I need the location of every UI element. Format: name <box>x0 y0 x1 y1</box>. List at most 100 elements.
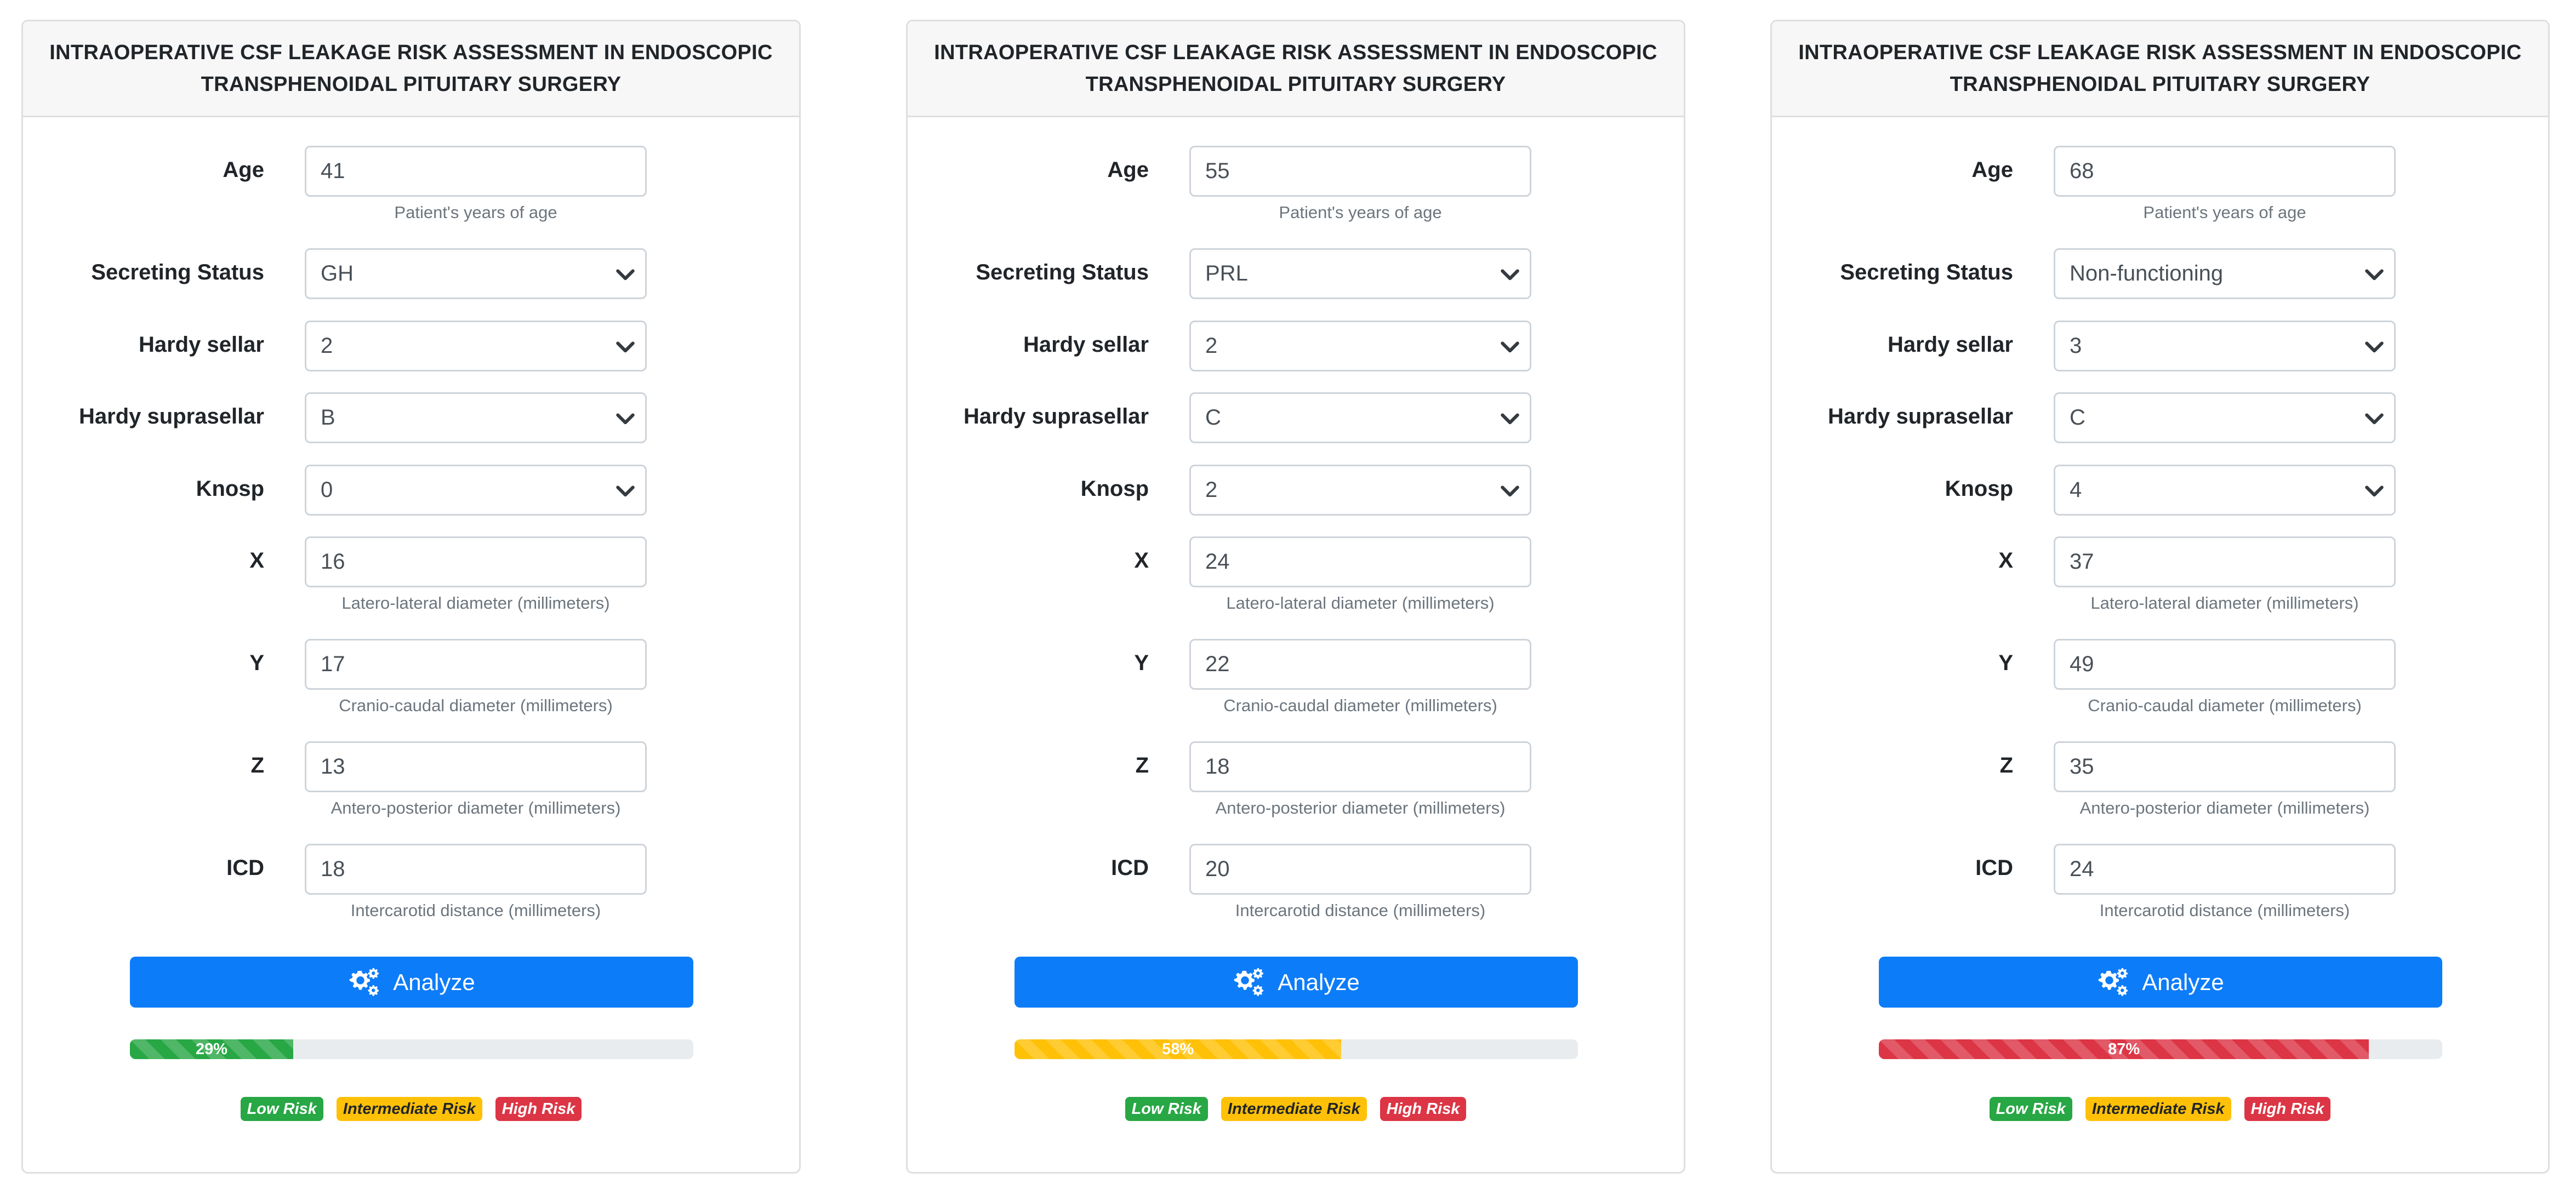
secreting-label: Secreting Status <box>976 260 1149 284</box>
risk-progress-bar: 29% <box>130 1039 693 1059</box>
high-risk-badge: High Risk <box>495 1097 582 1121</box>
knosp-select-value: 2 <box>1205 478 1218 502</box>
analyze-button[interactable]: Analyze <box>1879 957 2442 1008</box>
hardy_supra-select-value: B <box>321 405 335 430</box>
card-title: INTRAOPERATIVE CSF LEAKAGE RISK ASSESSME… <box>49 41 773 96</box>
card-header: INTRAOPERATIVE CSF LEAKAGE RISK ASSESSME… <box>908 21 1684 117</box>
x-input[interactable]: 24 <box>1189 536 1531 587</box>
x-help-text: Latero-lateral diameter (millimeters) <box>341 593 610 613</box>
y-help-text: Cranio-caudal diameter (millimeters) <box>2088 696 2362 715</box>
intermediate-risk-badge: Intermediate Risk <box>2085 1097 2231 1121</box>
z-help-text: Antero-posterior diameter (millimeters) <box>330 798 621 817</box>
z-label: Z <box>250 753 264 777</box>
risk-legend: Low Risk Intermediate Risk High Risk <box>908 1097 1684 1121</box>
risk-percent-label: 87% <box>2108 1040 2140 1058</box>
icd-input[interactable]: 18 <box>305 844 647 895</box>
secreting-select-value: Non-functioning <box>2070 261 2224 285</box>
z-help-text: Antero-posterior diameter (millimeters) <box>2079 798 2370 817</box>
x-label: X <box>1134 548 1149 573</box>
knosp-select[interactable]: 0 <box>305 465 647 516</box>
z-input-value: 35 <box>2070 754 2094 779</box>
age-input[interactable]: 41 <box>305 146 647 197</box>
secreting-select[interactable]: GH <box>305 248 647 299</box>
low-risk-badge: Low Risk <box>1125 1097 1208 1121</box>
hardy_sellar-select[interactable]: 2 <box>1189 321 1531 371</box>
risk-legend: Low Risk Intermediate Risk High Risk <box>23 1097 799 1121</box>
y-input[interactable]: 49 <box>2054 639 2396 690</box>
y-input-value: 49 <box>2070 652 2094 676</box>
secreting-select[interactable]: Non-functioning <box>2054 248 2396 299</box>
icd-input[interactable]: 20 <box>1189 844 1531 895</box>
chevron-down-icon <box>2365 413 2384 425</box>
risk-percent-label: 58% <box>1162 1040 1194 1058</box>
z-help-text: Antero-posterior diameter (millimeters) <box>1215 798 1506 817</box>
x-input[interactable]: 16 <box>305 536 647 587</box>
secreting-select-value: GH <box>321 261 354 285</box>
icd-help-text: Intercarotid distance (millimeters) <box>350 901 601 920</box>
card-header: INTRAOPERATIVE CSF LEAKAGE RISK ASSESSME… <box>1772 21 2548 117</box>
y-help-text: Cranio-caudal diameter (millimeters) <box>339 696 613 715</box>
y-input[interactable]: 22 <box>1189 639 1531 690</box>
x-help-text: Latero-lateral diameter (millimeters) <box>2090 593 2359 613</box>
risk-legend: Low Risk Intermediate Risk High Risk <box>1772 1097 2548 1121</box>
hardy_sellar-select-value: 2 <box>1205 334 1218 358</box>
x-help-text: Latero-lateral diameter (millimeters) <box>1226 593 1495 613</box>
icd-help-text: Intercarotid distance (millimeters) <box>2099 901 2350 920</box>
analyze-button-label: Analyze <box>393 969 475 995</box>
age-label: Age <box>1107 158 1149 182</box>
hardy_supra-select[interactable]: C <box>2054 392 2396 443</box>
hardy_sellar-label: Hardy sellar <box>1887 333 2013 357</box>
analyze-button[interactable]: Analyze <box>1015 957 1578 1008</box>
risk-percent-label: 29% <box>196 1040 228 1058</box>
risk-assessment-card: INTRAOPERATIVE CSF LEAKAGE RISK ASSESSME… <box>906 20 1685 1174</box>
x-input[interactable]: 37 <box>2054 536 2396 587</box>
chevron-down-icon <box>616 413 635 425</box>
intermediate-risk-badge: Intermediate Risk <box>336 1097 482 1121</box>
card-title: INTRAOPERATIVE CSF LEAKAGE RISK ASSESSME… <box>1798 41 2522 96</box>
secreting-label: Secreting Status <box>1840 260 2013 284</box>
y-label: Y <box>249 651 264 675</box>
risk-progress-bar: 58% <box>1015 1039 1578 1059</box>
knosp-label: Knosp <box>1945 477 2013 501</box>
z-label: Z <box>1135 753 1149 777</box>
age-input[interactable]: 55 <box>1189 146 1531 197</box>
hardy_supra-select[interactable]: C <box>1189 392 1531 443</box>
z-input[interactable]: 18 <box>1189 741 1531 792</box>
low-risk-badge: Low Risk <box>240 1097 323 1121</box>
icd-input-value: 18 <box>321 857 345 881</box>
y-input-value: 22 <box>1205 652 1230 676</box>
chevron-down-icon <box>2365 341 2384 353</box>
y-input[interactable]: 17 <box>305 639 647 690</box>
risk-assessment-card: INTRAOPERATIVE CSF LEAKAGE RISK ASSESSME… <box>1770 20 2550 1174</box>
x-input-value: 37 <box>2070 550 2094 574</box>
intermediate-risk-badge: Intermediate Risk <box>1221 1097 1367 1121</box>
age-input[interactable]: 68 <box>2054 146 2396 197</box>
risk-progress-fill: 29% <box>130 1039 294 1059</box>
z-input[interactable]: 13 <box>305 741 647 792</box>
y-label: Y <box>1134 651 1149 675</box>
hardy_supra-label: Hardy suprasellar <box>964 404 1149 428</box>
chevron-down-icon <box>616 341 635 353</box>
secreting-select[interactable]: PRL <box>1189 248 1531 299</box>
hardy_sellar-label: Hardy sellar <box>1023 333 1149 357</box>
cogs-icon <box>1234 968 1264 996</box>
icd-input[interactable]: 24 <box>2054 844 2396 895</box>
x-label: X <box>249 548 264 573</box>
y-label: Y <box>1998 651 2013 675</box>
x-label: X <box>1998 548 2013 573</box>
hardy_sellar-select-value: 2 <box>321 334 333 358</box>
chevron-down-icon <box>616 485 635 497</box>
chevron-down-icon <box>2365 485 2384 497</box>
age-input-value: 41 <box>321 159 345 183</box>
knosp-select[interactable]: 4 <box>2054 465 2396 516</box>
age-help-text: Patient's years of age <box>394 203 557 222</box>
cogs-icon <box>2098 968 2128 996</box>
z-input[interactable]: 35 <box>2054 741 2396 792</box>
hardy_sellar-select[interactable]: 3 <box>2054 321 2396 371</box>
analyze-button[interactable]: Analyze <box>130 957 693 1008</box>
hardy_supra-label: Hardy suprasellar <box>1828 404 2013 428</box>
knosp-select[interactable]: 2 <box>1189 465 1531 516</box>
hardy_sellar-select[interactable]: 2 <box>305 321 647 371</box>
hardy_supra-select[interactable]: B <box>305 392 647 443</box>
icd-label: ICD <box>226 856 264 880</box>
